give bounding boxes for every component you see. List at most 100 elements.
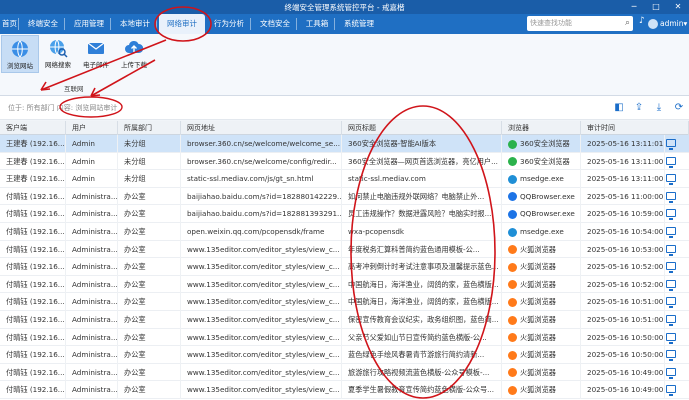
table-row[interactable]: 付晴钰 (192.16... Administra... 办公室 www.135edi… — [0, 346, 689, 364]
cell-text: 2025-05-16 13:11:00 — [587, 174, 664, 184]
table-row[interactable]: 付晴钰 (192.16... Administra... 办公室 www.135edi… — [0, 293, 689, 311]
column-header-url[interactable]: 网页地址 — [181, 121, 342, 135]
cell-department: 办公室 — [118, 363, 181, 382]
cell-department: 办公室 — [118, 328, 181, 347]
cell-browser: msedge.exe — [502, 223, 581, 241]
remote-monitor-icon[interactable] — [666, 367, 676, 379]
table-row[interactable]: 付晴钰 (192.16... Administra... 办公室 www.135edi… — [0, 311, 689, 329]
table-row[interactable]: 付晴钰 (192.16... Administra... 办公室 www.135edi… — [0, 363, 689, 382]
table-row[interactable]: 王建春 (192.16... Admin 未分组 static-ssl.mediav.… — [0, 170, 689, 188]
cell-text: static-ssl.mediav.com/js/gt_sn.html — [187, 174, 314, 184]
menu-home[interactable]: 首页 — [0, 14, 19, 34]
remote-monitor-icon[interactable] — [666, 297, 676, 309]
remote-monitor-icon[interactable] — [666, 332, 676, 344]
cell-client: 付晴钰 (192.16... — [0, 381, 66, 399]
cell-text: www.135editor.com/editor_styles/view_c..… — [187, 315, 340, 324]
remote-monitor-icon[interactable] — [666, 227, 676, 238]
bell-icon[interactable]: ♪ — [639, 16, 645, 26]
column-header-page-title[interactable]: 网页标题 — [342, 121, 502, 135]
search-icon[interactable]: ⌕ — [625, 16, 630, 31]
column-header-audit-time[interactable]: 审计时间 — [581, 121, 689, 135]
table-row[interactable]: 付晴钰 (192.16... Administra... 办公室 open.weixi… — [0, 223, 689, 241]
browser-icon — [508, 192, 517, 202]
table-row[interactable]: 付晴钰 (192.16... Administra... 办公室 www.135edi… — [0, 240, 689, 259]
cell-text: 火狐浏览器 — [520, 279, 556, 289]
menu-local-audit[interactable]: 本地审计 — [113, 14, 157, 34]
menu-network-audit[interactable]: 网络审计 — [159, 14, 205, 34]
remote-monitor-icon[interactable] — [666, 262, 676, 274]
cell-text: 付晴钰 (192.16... — [6, 350, 65, 360]
table-row[interactable]: 付晴钰 (192.16... Administra... 办公室 www.135edi… — [0, 275, 689, 294]
tool-email[interactable]: 电子邮件 — [77, 35, 115, 73]
cell-text: 360安全浏览器 — [520, 139, 570, 148]
remote-monitor-icon[interactable] — [666, 156, 676, 168]
column-settings-icon[interactable]: ◧ — [612, 101, 626, 115]
table-row[interactable]: 王建春 (192.16... Admin 未分组 browser.360.cn/se/… — [0, 135, 689, 153]
menu-doc-security[interactable]: 文档安全 — [253, 14, 297, 34]
refresh-icon[interactable]: ⟳ — [672, 101, 686, 115]
download-icon[interactable]: ⤓ — [652, 101, 666, 115]
menu-system-management[interactable]: 系统管理 — [337, 14, 381, 34]
avatar — [648, 19, 658, 29]
remote-monitor-icon[interactable] — [666, 174, 676, 186]
remote-monitor-icon[interactable] — [666, 244, 676, 256]
window-title: 终端安全管理系统管控平台 - 戒嘉楷 — [284, 3, 405, 12]
remote-monitor-icon[interactable] — [666, 350, 676, 362]
cell-text: baijiahao.baidu.com/s?id=182880142229... — [187, 191, 342, 201]
cell-text: Administra... — [72, 367, 118, 377]
cell-user: Administra... — [66, 346, 118, 364]
close-button[interactable]: ✕ — [667, 0, 689, 14]
cell-audit-time: 2025-05-16 10:50:00 — [581, 328, 665, 347]
cell-url: baijiahao.baidu.com/s?id=182880142229... — [181, 187, 342, 206]
cell-text: Administra... — [72, 244, 118, 254]
email-icon — [87, 42, 105, 54]
remote-monitor-icon[interactable] — [666, 139, 676, 150]
column-header-user[interactable]: 用户 — [66, 121, 118, 135]
cell-department: 办公室 — [118, 240, 181, 259]
cell-text: www.135editor.com/editor_styles/view_c..… — [187, 244, 340, 254]
remote-monitor-icon[interactable] — [666, 279, 676, 291]
tool-browse-web[interactable]: 浏览网站 — [1, 35, 39, 73]
globe-search-icon — [50, 39, 68, 58]
function-search-input[interactable]: 快速查找功能 ⌕ — [527, 16, 633, 31]
menu-behavior-analysis[interactable]: 行为分析 — [207, 14, 251, 34]
minimize-button[interactable]: ─ — [623, 0, 645, 14]
user-menu[interactable]: admin▾ — [648, 14, 687, 34]
cell-audit-time: 2025-05-16 10:50:00 — [581, 346, 665, 364]
column-header-client[interactable]: 客户端 — [0, 121, 66, 135]
column-header-department[interactable]: 所属部门 — [118, 121, 181, 135]
menu-toolbox[interactable]: 工具箱 — [299, 14, 335, 34]
cell-text: Administra... — [72, 350, 118, 360]
table-row[interactable]: 付晴钰 (192.16... Administra... 办公室 baijiahao.… — [0, 205, 689, 223]
browser-icon — [508, 280, 517, 290]
cell-text: 办公室 — [124, 262, 146, 272]
cell-department: 办公室 — [118, 311, 181, 329]
tool-web-search[interactable]: 网络搜索 — [39, 35, 77, 73]
maximize-button[interactable]: □ — [645, 0, 667, 14]
remote-monitor-icon[interactable] — [666, 191, 676, 203]
menu-app-management[interactable]: 应用管理 — [67, 14, 111, 34]
cell-client: 付晴钰 (192.16... — [0, 205, 66, 223]
menu-terminal-security[interactable]: 终端安全 — [21, 14, 65, 34]
column-header-browser[interactable]: 浏览器 — [502, 121, 581, 135]
cell-text: Administra... — [72, 227, 118, 236]
tool-upload-download[interactable]: 上传下载 — [115, 35, 153, 73]
cell-text: 360安全浏览器 — [520, 156, 570, 166]
table-row[interactable]: 付晴钰 (192.16... Administra... 办公室 www.135edi… — [0, 381, 689, 399]
remote-monitor-icon[interactable] — [666, 315, 676, 326]
export-icon[interactable]: ⇪ — [632, 101, 646, 115]
menu-label: 系统管理 — [344, 19, 374, 28]
table-row[interactable]: 付晴钰 (192.16... Administra... 办公室 baijiahao.… — [0, 187, 689, 206]
cell-text: 办公室 — [124, 367, 146, 377]
table-row[interactable]: 付晴钰 (192.16... Administra... 办公室 www.135edi… — [0, 258, 689, 276]
cell-text: 未分组 — [124, 156, 146, 166]
table-row[interactable]: 付晴钰 (192.16... Administra... 办公室 www.135edi… — [0, 328, 689, 347]
remote-monitor-icon[interactable] — [666, 209, 676, 221]
cell-browser: 火狐浏览器 — [502, 346, 581, 364]
cell-text: 付晴钰 (192.16... — [6, 315, 65, 324]
remote-monitor-icon[interactable] — [666, 385, 676, 397]
table-row[interactable]: 王建春 (192.16... Admin 未分组 browser.360.cn/se/… — [0, 152, 689, 171]
cell-department: 未分组 — [118, 170, 181, 188]
cell-page-title: 360安全浏览器-智能AI版本 — [342, 135, 502, 153]
cell-browser: 360安全浏览器 — [502, 135, 581, 153]
